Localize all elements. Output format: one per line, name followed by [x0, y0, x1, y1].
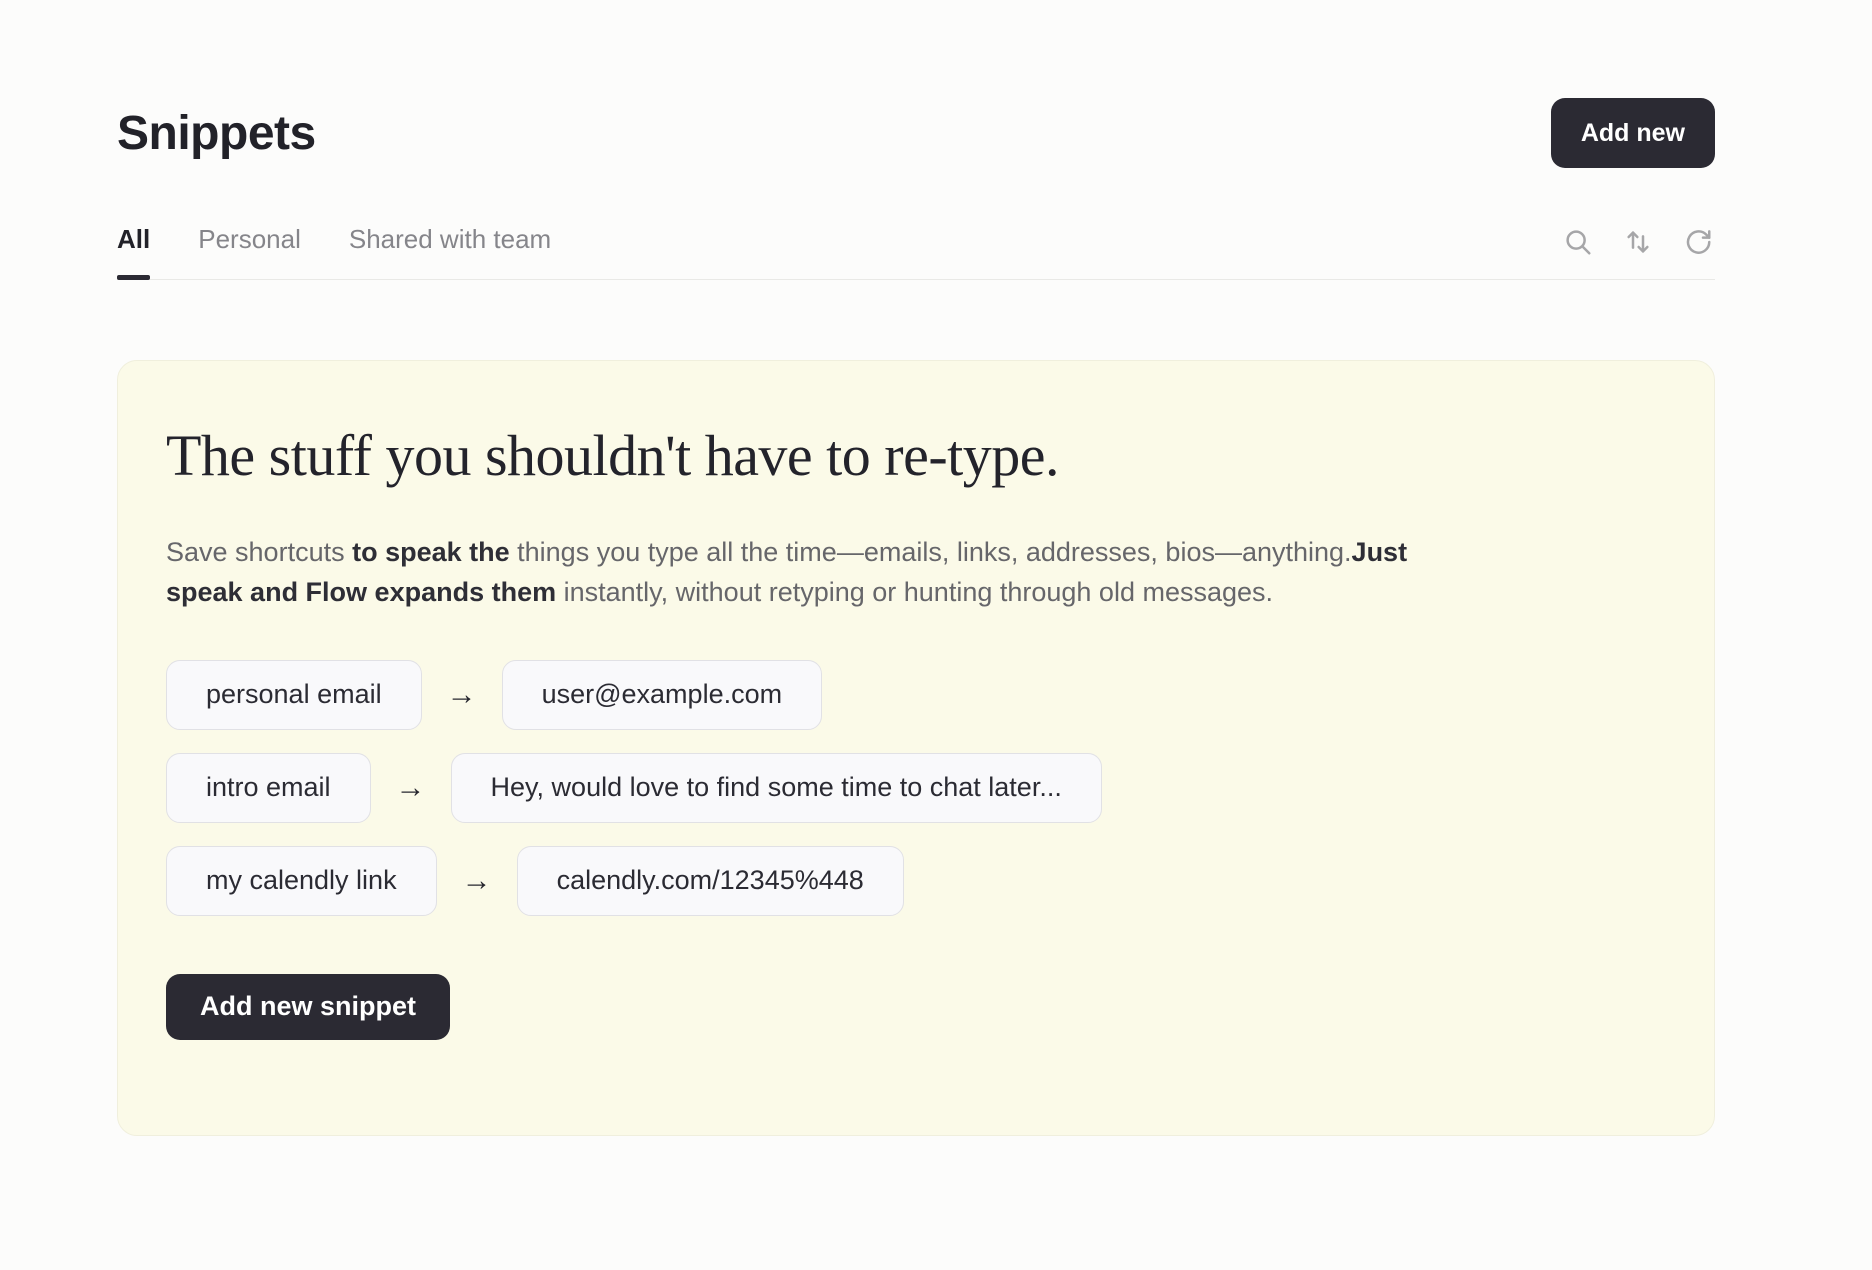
description-bold-segment: to speak the — [352, 537, 510, 567]
arrow-right-icon: → — [462, 866, 492, 896]
description-segment: instantly, without retyping or hunting t… — [556, 577, 1273, 607]
tab-all[interactable]: All — [117, 224, 150, 279]
page-title: Snippets — [117, 106, 316, 161]
tabs-bar: All Personal Shared with team — [117, 224, 1715, 280]
snippet-row: intro email → Hey, would love to find some… — [166, 753, 1666, 823]
snippet-trigger-pill[interactable]: personal email — [166, 660, 422, 730]
tab-actions — [1561, 225, 1715, 279]
tab-personal[interactable]: Personal — [198, 224, 301, 279]
snippet-expansion-pill[interactable]: calendly.com/12345%448 — [517, 846, 904, 916]
description-segment: Save shortcuts — [166, 537, 352, 567]
sort-icon[interactable] — [1621, 225, 1655, 259]
snippet-row: my calendly link → calendly.com/12345%448 — [166, 846, 1666, 916]
snippet-row: personal email → user@example.com — [166, 660, 1666, 730]
arrow-right-icon: → — [396, 773, 426, 803]
snippets-page: Snippets Add new All Personal Shared with … — [0, 0, 1872, 1270]
card-heading: The stuff you shouldn't have to re-type. — [166, 423, 1666, 490]
snippet-trigger-pill[interactable]: intro email — [166, 753, 371, 823]
add-new-button[interactable]: Add new — [1551, 98, 1715, 168]
snippet-list: personal email → user@example.com intro ema… — [166, 660, 1666, 916]
snippet-expansion-pill[interactable]: Hey, would love to find some time to cha… — [451, 753, 1102, 823]
page-header: Snippets Add new — [117, 0, 1715, 168]
card-description: Save shortcuts to speak the things you t… — [166, 532, 1441, 612]
add-new-snippet-button[interactable]: Add new snippet — [166, 974, 450, 1040]
snippet-trigger-pill[interactable]: my calendly link — [166, 846, 437, 916]
tab-shared-with-team[interactable]: Shared with team — [349, 224, 551, 279]
arrow-right-icon: → — [447, 680, 477, 710]
refresh-icon[interactable] — [1681, 225, 1715, 259]
tabs: All Personal Shared with team — [117, 224, 551, 279]
snippets-intro-card: The stuff you shouldn't have to re-type.… — [117, 360, 1715, 1136]
description-segment: things you type all the time—emails, lin… — [510, 537, 1352, 567]
search-icon[interactable] — [1561, 225, 1595, 259]
snippet-expansion-pill[interactable]: user@example.com — [502, 660, 823, 730]
